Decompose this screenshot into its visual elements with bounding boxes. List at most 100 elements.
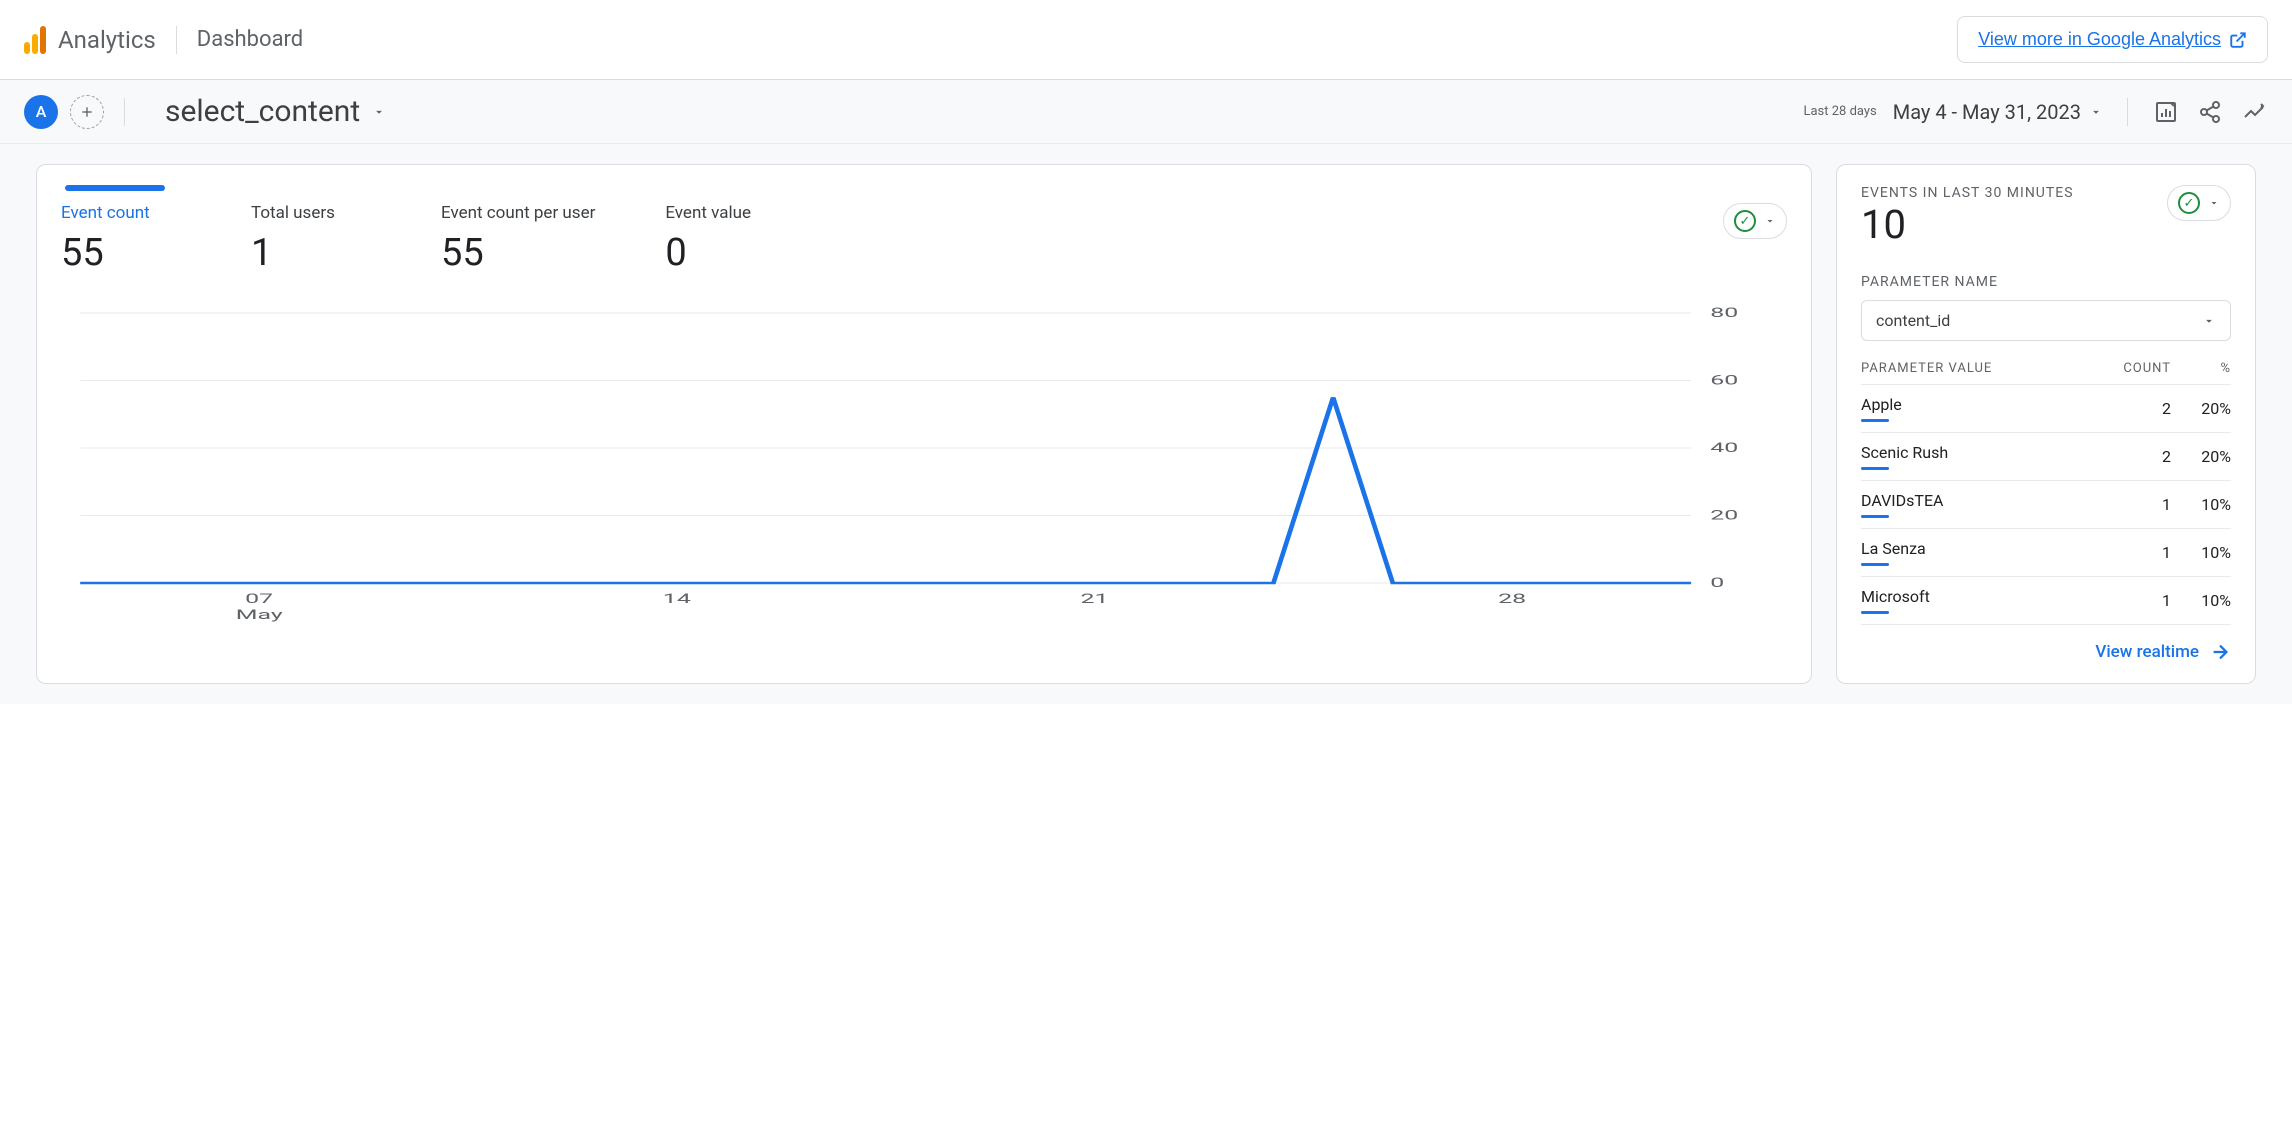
subheader-right: Last 28 days May 4 - May 31, 2023 [1803,98,2268,126]
insights-icon [2242,100,2266,124]
param-bar [1861,563,1889,566]
param-pct: 20% [2171,399,2231,418]
param-count: 2 [2111,447,2171,466]
add-segment-button[interactable] [70,95,104,129]
event-name: select_content [165,94,360,129]
active-tab-indicator [65,185,165,191]
divider [2127,98,2128,126]
metric-event-value[interactable]: Event value 0 [665,203,785,275]
metric-value: 1 [251,231,371,275]
view-realtime-label: View realtime [2095,642,2199,662]
svg-text:20: 20 [1710,508,1738,523]
parameter-selected-value: content_id [1876,311,1950,330]
svg-text:21: 21 [1080,591,1108,606]
date-range-label: Last 28 days [1803,104,1876,119]
metric-label: Event count [61,203,181,223]
status-dropdown[interactable]: ✓ [1723,203,1787,239]
line-chart: 0 20 40 60 80 07May 14 21 28 [61,303,1787,633]
view-more-button[interactable]: View more in Google Analytics [1957,16,2268,63]
svg-text:80: 80 [1710,305,1738,320]
param-bar [1861,419,1889,422]
view-more-label: View more in Google Analytics [1978,29,2221,50]
divider [176,26,177,54]
param-bar [1861,467,1889,470]
header-count: COUNT [2111,361,2171,376]
share-button[interactable] [2196,98,2224,126]
param-name: Microsoft [1861,587,2111,606]
parameter-select[interactable]: content_id [1861,300,2231,341]
realtime-value: 10 [1861,201,2074,248]
param-pct: 10% [2171,591,2231,610]
parameter-name-label: PARAMETER NAME [1861,274,2231,290]
param-count: 1 [2111,591,2171,610]
param-table-header: PARAMETER VALUE COUNT % [1861,361,2231,385]
header-left: Analytics Dashboard [24,26,303,54]
realtime-title: EVENTS IN LAST 30 MINUTES [1861,185,2074,201]
view-realtime-link[interactable]: View realtime [1861,641,2231,663]
param-row[interactable]: DAVIDsTEA110% [1861,481,2231,529]
analytics-logo-icon [24,26,46,54]
plus-icon [79,104,95,120]
param-row[interactable]: Scenic Rush220% [1861,433,2231,481]
param-pct: 10% [2171,543,2231,562]
param-bar [1861,515,1889,518]
param-count: 1 [2111,543,2171,562]
date-range-text: May 4 - May 31, 2023 [1893,100,2081,124]
brand-name: Analytics [58,26,156,54]
metric-value: 0 [665,231,785,275]
param-count: 2 [2111,399,2171,418]
open-external-icon [2229,31,2247,49]
divider [124,98,125,126]
main-card: Event count 55 Total users 1 Event count per… [36,164,1812,684]
param-row[interactable]: Microsoft110% [1861,577,2231,625]
param-count: 1 [2111,495,2171,514]
metric-value: 55 [441,231,595,275]
subheader-left: A select_content [24,94,386,129]
share-icon [2198,100,2222,124]
svg-text:60: 60 [1710,373,1738,388]
svg-text:14: 14 [663,591,691,606]
param-name: Scenic Rush [1861,443,2111,462]
chart-edit-icon [2154,100,2178,124]
event-selector[interactable]: select_content [165,94,386,129]
chevron-down-icon [2089,105,2103,119]
param-bar [1861,611,1889,614]
param-pct: 20% [2171,447,2231,466]
param-row[interactable]: La Senza110% [1861,529,2231,577]
avatar[interactable]: A [24,95,58,129]
chevron-down-icon [2208,197,2220,209]
param-name: Apple [1861,395,2111,414]
check-circle-icon: ✓ [1734,210,1756,232]
insights-button[interactable] [2240,98,2268,126]
param-name: La Senza [1861,539,2111,558]
page-title: Dashboard [197,27,303,52]
param-pct: 10% [2171,495,2231,514]
chevron-down-icon [372,105,386,119]
metric-total-users[interactable]: Total users 1 [251,203,371,275]
metric-label: Event count per user [441,203,595,223]
svg-text:28: 28 [1498,591,1526,606]
metric-event-count[interactable]: Event count 55 [61,203,181,275]
param-row[interactable]: Apple220% [1861,385,2231,433]
param-name: DAVIDsTEA [1861,491,2111,510]
metric-label: Event value [665,203,785,223]
svg-text:40: 40 [1710,440,1738,455]
metric-value: 55 [61,231,181,275]
svg-text:0: 0 [1710,575,1724,590]
app-header: Analytics Dashboard View more in Google … [0,0,2292,80]
header-value: PARAMETER VALUE [1861,361,2111,376]
subheader: A select_content Last 28 days May 4 - Ma… [0,80,2292,144]
content-area: Event count 55 Total users 1 Event count per… [0,144,2292,704]
realtime-status-dropdown[interactable]: ✓ [2167,185,2231,221]
chevron-down-icon [1764,215,1776,227]
date-range-selector[interactable]: May 4 - May 31, 2023 [1893,100,2103,124]
customize-report-button[interactable] [2152,98,2180,126]
svg-text:May: May [236,607,284,622]
metric-event-count-per-user[interactable]: Event count per user 55 [441,203,595,275]
check-circle-icon: ✓ [2178,192,2200,214]
realtime-card: EVENTS IN LAST 30 MINUTES 10 ✓ PARAMETER… [1836,164,2256,684]
metric-label: Total users [251,203,371,223]
arrow-right-icon [2209,641,2231,663]
header-pct: % [2171,361,2231,376]
svg-text:07: 07 [245,591,273,606]
